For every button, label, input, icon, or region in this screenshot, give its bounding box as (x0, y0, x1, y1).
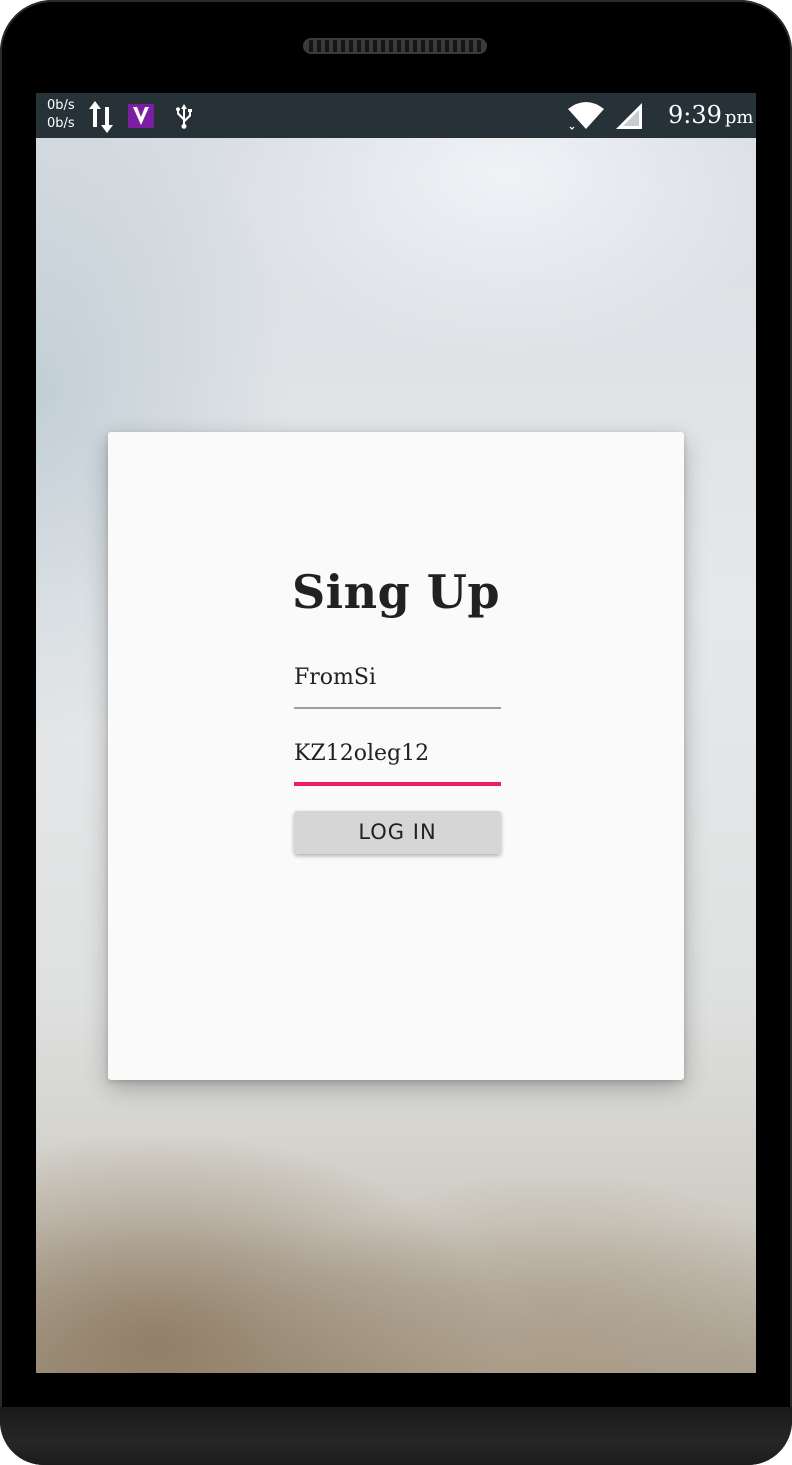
username-input[interactable]: FromSi (294, 662, 376, 694)
username-underline (294, 707, 501, 709)
status-bar: 0b/s 0b/s 9:39 pm (36, 93, 756, 138)
password-field[interactable]: KZ12oleg12 (294, 736, 501, 786)
wifi-icon (568, 102, 604, 130)
clock-ampm: pm (724, 107, 754, 128)
download-speed: 0b/s (47, 116, 75, 131)
password-underline-focused (294, 782, 501, 786)
network-speed: 0b/s 0b/s (47, 97, 75, 133)
bottom-bezel (0, 1407, 792, 1465)
signup-card: Sing Up FromSi KZ12oleg12 LOG IN (108, 432, 684, 1080)
phone-frame: 0b/s 0b/s 9:39 pm Sing Up FromSi KZ12ole… (0, 0, 792, 1465)
login-button[interactable]: LOG IN (294, 811, 501, 854)
username-field[interactable]: FromSi (294, 660, 501, 709)
password-input[interactable]: KZ12oleg12 (294, 738, 429, 770)
cell-signal-icon (616, 103, 642, 129)
clock-time: 9:39 (668, 101, 722, 129)
page-title: Sing Up (291, 565, 501, 619)
speaker-grille (303, 38, 487, 54)
upload-speed: 0b/s (47, 98, 75, 113)
data-transfer-icon (89, 101, 113, 133)
usb-icon (176, 104, 192, 129)
screen: 0b/s 0b/s 9:39 pm Sing Up FromSi KZ12ole… (36, 93, 756, 1373)
app-notification-icon (128, 104, 154, 128)
clock: 9:39 pm (668, 100, 754, 133)
